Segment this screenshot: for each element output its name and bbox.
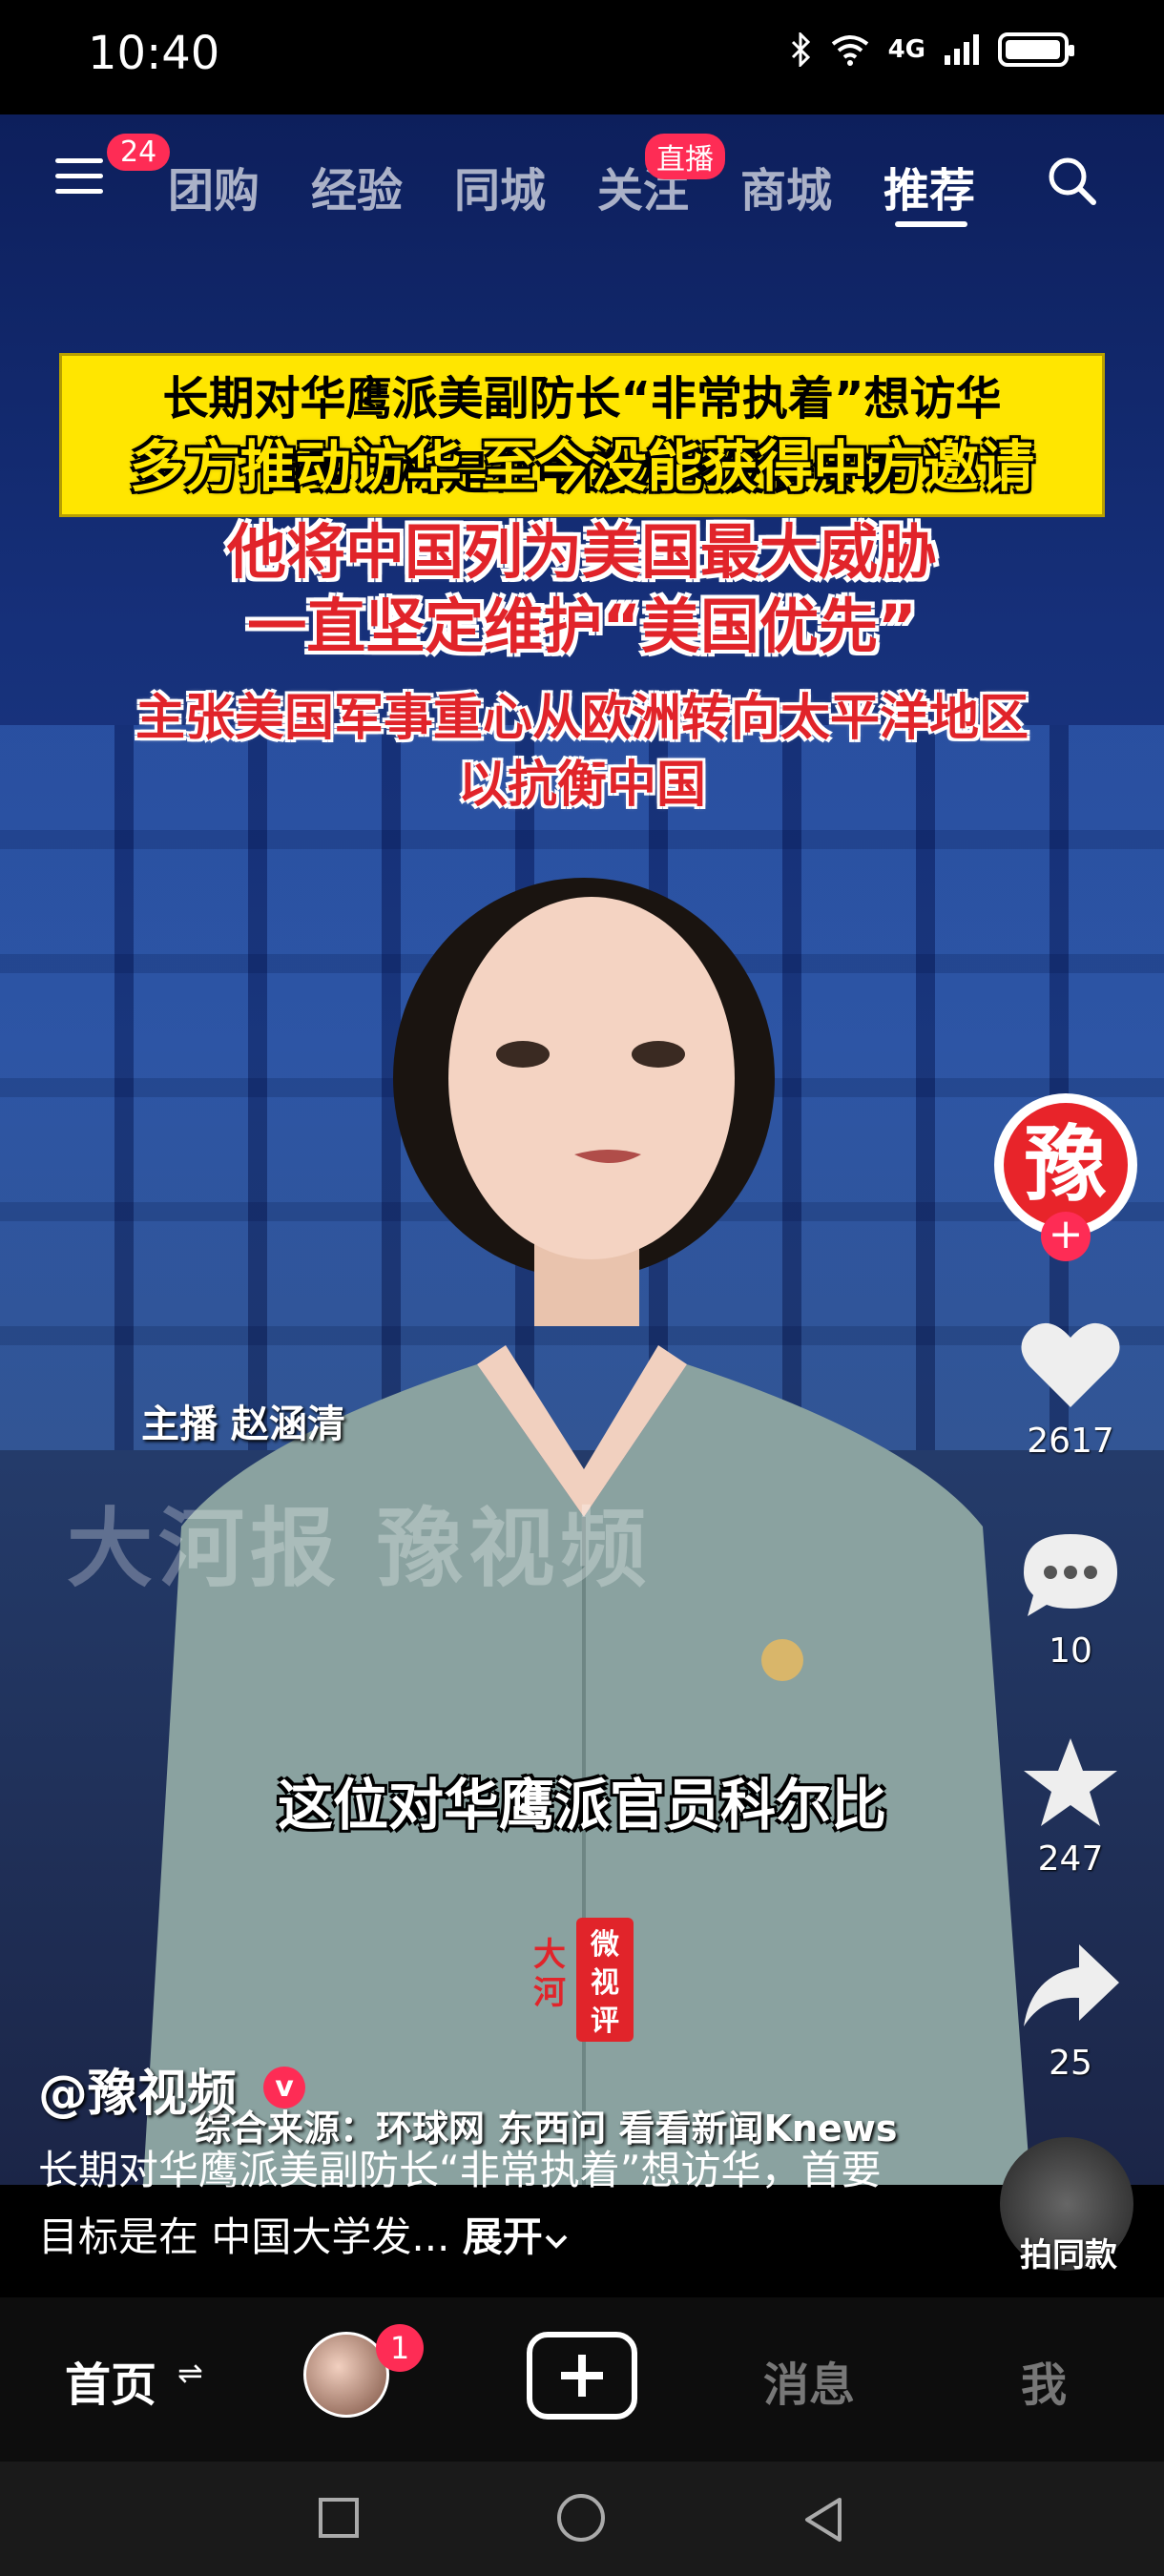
- friends-badge: 1: [376, 2324, 424, 2372]
- system-nav: [0, 2462, 1164, 2576]
- battery-icon: [998, 32, 1074, 67]
- bottom-nav: 首页 ⇌ 1 消息 我: [0, 2297, 1164, 2462]
- author-name[interactable]: @豫视频: [38, 2053, 237, 2125]
- top-nav: 24 团购 经验 同城 关注 直播 商城 推荐: [0, 134, 1164, 229]
- caption-red-1: 他将中国列为美国最大威胁: [226, 517, 937, 587]
- like-button[interactable]: 2617: [1004, 1317, 1137, 1461]
- star-icon: [1024, 1738, 1117, 1826]
- signal-icon: [945, 34, 979, 65]
- comment-count: 10: [1049, 1631, 1092, 1671]
- svg-text:视: 视: [591, 1966, 619, 2000]
- caption-red-2: 一直坚定维护“美国优先”: [247, 592, 917, 661]
- comment-button[interactable]: 10: [1004, 1527, 1137, 1671]
- svg-text:微: 微: [590, 1928, 619, 1962]
- active-tab-indicator: [895, 221, 967, 227]
- nav-home[interactable]: 首页: [65, 2347, 156, 2414]
- status-time: 10:40: [88, 27, 220, 80]
- network-type: 4G: [887, 35, 925, 64]
- share-icon: [1024, 1944, 1119, 2026]
- recent-apps-icon[interactable]: [319, 2498, 359, 2538]
- column-logo: 微 视 评 大 河: [529, 1908, 643, 2051]
- tab-group-buy[interactable]: 团购: [168, 153, 260, 219]
- search-icon[interactable]: [1046, 155, 1097, 206]
- nav-me[interactable]: 我: [1021, 2347, 1067, 2414]
- like-count: 2617: [1027, 1422, 1114, 1461]
- video-player[interactable]: 长期对华鹰派美副防长“非常执着”想访华 首要目标是在中国大学发表演讲 多方推动访…: [0, 114, 1164, 2185]
- tab-recommend[interactable]: 推荐: [883, 153, 975, 219]
- same-style-label[interactable]: 拍同款: [1000, 2229, 1137, 2275]
- svg-text:大: 大: [533, 1936, 566, 1974]
- anchor-name-label: 主播 赵涵清: [141, 1402, 345, 1446]
- svg-text:评: 评: [591, 2005, 619, 2038]
- follow-button[interactable]: +: [1041, 1212, 1091, 1261]
- status-icons: 4G: [791, 32, 1074, 67]
- tab-nearby[interactable]: 同城: [454, 153, 546, 219]
- expand-label: 展开: [462, 2213, 543, 2260]
- svg-text:河: 河: [533, 1974, 566, 2012]
- comment-icon: [1024, 1534, 1117, 1616]
- expand-button[interactable]: 展开: [463, 2213, 570, 2260]
- share-button[interactable]: 25: [1004, 1939, 1137, 2083]
- menu-badge: 24: [107, 134, 171, 171]
- description-text: 长期对华鹰派美副防长“非常执着”想访华，首要目标是在 中国大学发...: [38, 2147, 882, 2260]
- nav-messages[interactable]: 消息: [763, 2347, 855, 2414]
- share-count: 25: [1049, 2044, 1092, 2083]
- author-avatar-glyph: 豫: [1004, 1103, 1128, 1227]
- watermark: 大河报 豫视频: [67, 1499, 653, 1599]
- swap-icon[interactable]: ⇌: [177, 2355, 203, 2391]
- caption-red-4: 以抗衡中国: [457, 757, 706, 814]
- caption-red-3: 主张美国军事重心从欧洲转向太平洋地区: [135, 690, 1029, 747]
- caption-yellow: 多方推动访华 至今没能获得中方邀请: [129, 434, 1035, 499]
- bluetooth-icon: [791, 32, 810, 67]
- heart-icon: [1021, 1322, 1120, 1407]
- tab-experience[interactable]: 经验: [311, 153, 403, 219]
- live-badge: 直播: [645, 134, 725, 179]
- create-button[interactable]: [527, 2332, 637, 2420]
- favorite-count: 247: [1037, 1839, 1104, 1879]
- verified-badge-icon: v: [263, 2067, 305, 2109]
- status-bar: 10:40 4G: [0, 0, 1164, 114]
- post-description[interactable]: 长期对华鹰派美副防长“非常执着”想访华，首要目标是在 中国大学发... 展开: [38, 2137, 897, 2271]
- favorite-button[interactable]: 247: [1004, 1735, 1137, 1879]
- home-icon[interactable]: [557, 2494, 605, 2542]
- wifi-icon: [831, 35, 868, 66]
- chevron-down-icon: [545, 2234, 568, 2249]
- video-subtitle: 这位对华鹰派官员科尔比: [277, 1773, 886, 1838]
- tab-mall[interactable]: 商城: [740, 153, 832, 219]
- menu-icon[interactable]: [55, 158, 103, 197]
- back-icon[interactable]: [800, 2496, 847, 2544]
